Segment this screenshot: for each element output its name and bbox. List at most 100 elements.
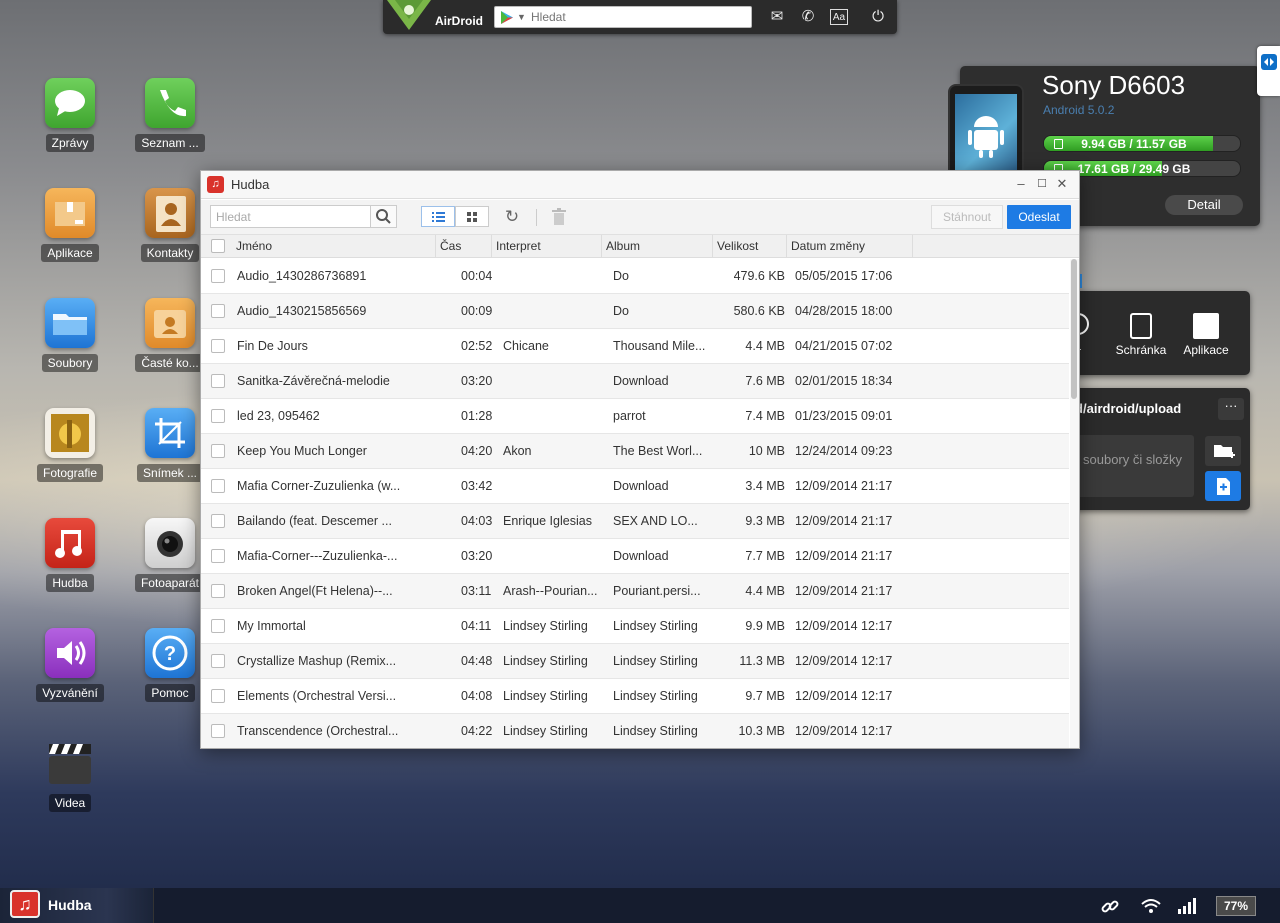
track-date: 04/28/2015 18:00 — [795, 304, 893, 318]
music-icon[interactable]: ♫ — [10, 890, 40, 918]
row-checkbox[interactable] — [211, 409, 225, 423]
chevron-down-icon[interactable]: ▼ — [517, 12, 526, 22]
scrollbar-thumb[interactable] — [1071, 259, 1077, 399]
row-checkbox[interactable] — [211, 619, 225, 633]
desktop-app-hudba[interactable]: Hudba — [25, 518, 115, 597]
list-view-icon — [432, 212, 445, 222]
track-album: Lindsey Stirling — [613, 689, 698, 703]
desktop-app-zpravy[interactable]: Zprávy — [25, 78, 115, 157]
teamviewer-tab[interactable] — [1257, 46, 1280, 96]
row-checkbox[interactable] — [211, 654, 225, 668]
table-row[interactable]: Crystallize Mashup (Remix... 04:48 Lindsey… — [201, 644, 1069, 679]
table-row[interactable]: Audio_1430286736891 00:04 Do 479.6 KB 05/05/… — [201, 259, 1069, 294]
track-date: 12/09/2014 21:17 — [795, 479, 893, 493]
svg-text:?: ? — [164, 643, 176, 665]
column-header[interactable]: Čas — [436, 235, 492, 257]
track-date: 12/09/2014 12:17 — [795, 619, 893, 633]
track-date: 01/23/2015 09:01 — [795, 409, 893, 423]
column-header[interactable]: Album — [602, 235, 713, 257]
power-icon[interactable]: ⏻ — [868, 7, 888, 27]
more-options-button[interactable]: ··· — [1218, 398, 1244, 420]
table-row[interactable]: Keep You Much Longer 04:20 Akon The Best Wo… — [201, 434, 1069, 469]
desktop-app-fotografie[interactable]: Fotografie — [25, 408, 115, 487]
row-checkbox[interactable] — [211, 269, 225, 283]
desktop-app-seznam[interactable]: Seznam ... — [125, 78, 215, 157]
desktop-app-soubory[interactable]: Soubory — [25, 298, 115, 377]
select-all-checkbox[interactable] — [211, 239, 225, 253]
top-search-input[interactable] — [531, 9, 741, 25]
track-name: Audio_1430286736891 — [237, 269, 367, 283]
table-row[interactable]: My Immortal 04:11 Lindsey Stirling Lindsey … — [201, 609, 1069, 644]
airdroid-logo-icon[interactable] — [387, 0, 431, 30]
send-button[interactable]: Odeslat — [1007, 205, 1071, 229]
row-checkbox[interactable] — [211, 689, 225, 703]
minimize-icon[interactable]: – — [1012, 175, 1030, 193]
table-row[interactable]: Sanitka-Závěrečná-melodie 03:20 Download 7.… — [201, 364, 1069, 399]
table-row[interactable]: Transcendence (Orchestral... 04:22 Lindsey… — [201, 714, 1069, 748]
download-button[interactable]: Stáhnout — [931, 205, 1003, 229]
desktop-app-aplikace[interactable]: Aplikace — [25, 188, 115, 267]
search-button[interactable] — [370, 205, 397, 228]
desktop-app-videa[interactable]: Videa — [25, 738, 115, 817]
upload-folder-button[interactable] — [1205, 436, 1241, 466]
column-header[interactable]: Interpret — [492, 235, 602, 257]
upload-file-button[interactable] — [1205, 471, 1241, 501]
trash-icon[interactable] — [551, 208, 567, 226]
column-header[interactable]: Datum změny — [787, 235, 913, 257]
desktop-app-vyzvaneni[interactable]: Vyzvánění — [25, 628, 115, 707]
row-checkbox[interactable] — [211, 444, 225, 458]
desktop-app-label: Aplikace — [41, 244, 99, 262]
track-size: 9.9 MB — [745, 619, 785, 633]
link-icon[interactable] — [1101, 898, 1119, 920]
row-checkbox[interactable] — [211, 304, 225, 318]
row-checkbox[interactable] — [211, 374, 225, 388]
tool-aplikace[interactable]: Aplikace — [1173, 313, 1239, 357]
track-size: 10.3 MB — [738, 724, 785, 738]
folder-icon — [45, 298, 95, 348]
new-message-icon[interactable]: ✉ — [767, 7, 787, 27]
window-title-bar[interactable]: ♫ Hudba – ☐ ✕ — [201, 171, 1079, 199]
list-view-button[interactable] — [421, 206, 455, 227]
row-checkbox[interactable] — [211, 724, 225, 738]
track-name: My Immortal — [237, 619, 306, 633]
table-row[interactable]: Bailando (feat. Descemer ... 04:03 Enrique… — [201, 504, 1069, 539]
font-size-icon[interactable]: Aa — [830, 9, 848, 25]
detail-button[interactable]: Detail — [1165, 195, 1243, 215]
music-icon — [45, 518, 95, 568]
desktop-app-label: Snímek ... — [136, 464, 204, 482]
track-album: Download — [613, 479, 669, 493]
close-icon[interactable]: ✕ — [1053, 175, 1071, 193]
frequent-contacts-icon — [145, 298, 195, 348]
refresh-icon[interactable]: ↻ — [502, 207, 522, 227]
taskbar-app-label[interactable]: Hudba — [48, 897, 92, 913]
table-header: Jméno Čas Interpret Album Velikost Datum… — [201, 235, 1079, 258]
table-row[interactable]: Fin De Jours 02:52 Chicane Thousand Mile...… — [201, 329, 1069, 364]
table-row[interactable]: Mafia-Corner---Zuzulienka-... 03:20 Downlo… — [201, 539, 1069, 574]
upload-drop-zone[interactable]: soubory či složky — [1070, 435, 1194, 497]
maximize-icon[interactable]: ☐ — [1033, 175, 1051, 193]
music-search-input[interactable]: Hledat — [210, 205, 371, 228]
table-row[interactable]: Audio_1430215856569 00:09 Do 580.6 KB 04/28/… — [201, 294, 1069, 329]
table-row[interactable]: led 23, 095462 01:28 parrot 7.4 MB 01/23/201… — [201, 399, 1069, 434]
column-header[interactable]: Jméno — [232, 235, 436, 257]
tool-schranka[interactable]: Schránka — [1108, 313, 1174, 357]
table-row[interactable]: Mafia Corner-Zuzulienka (w... 03:42 Downlo… — [201, 469, 1069, 504]
track-duration: 00:09 — [461, 304, 493, 318]
phone-call-icon[interactable]: ✆ — [798, 7, 818, 27]
android-icon — [968, 116, 1004, 158]
track-artist: Arash--Pourian... — [503, 584, 598, 598]
track-size: 9.3 MB — [745, 514, 785, 528]
track-date: 12/09/2014 21:17 — [795, 514, 893, 528]
row-checkbox[interactable] — [211, 479, 225, 493]
table-row[interactable]: Broken Angel(Ft Helena)--... 03:11 Arash--… — [201, 574, 1069, 609]
grid-view-button[interactable] — [455, 206, 489, 227]
row-checkbox[interactable] — [211, 584, 225, 598]
table-row[interactable]: Elements (Orchestral Versi... 04:08 Lindse… — [201, 679, 1069, 714]
row-checkbox[interactable] — [211, 549, 225, 563]
music-window: ♫ Hudba – ☐ ✕ Hledat ↻ Stáhnout Odeslat … — [200, 170, 1080, 749]
track-size: 4.4 MB — [745, 339, 785, 353]
row-checkbox[interactable] — [211, 514, 225, 528]
row-checkbox[interactable] — [211, 339, 225, 353]
column-header[interactable]: Velikost — [713, 235, 787, 257]
top-search-box[interactable]: ▼ — [494, 6, 752, 28]
